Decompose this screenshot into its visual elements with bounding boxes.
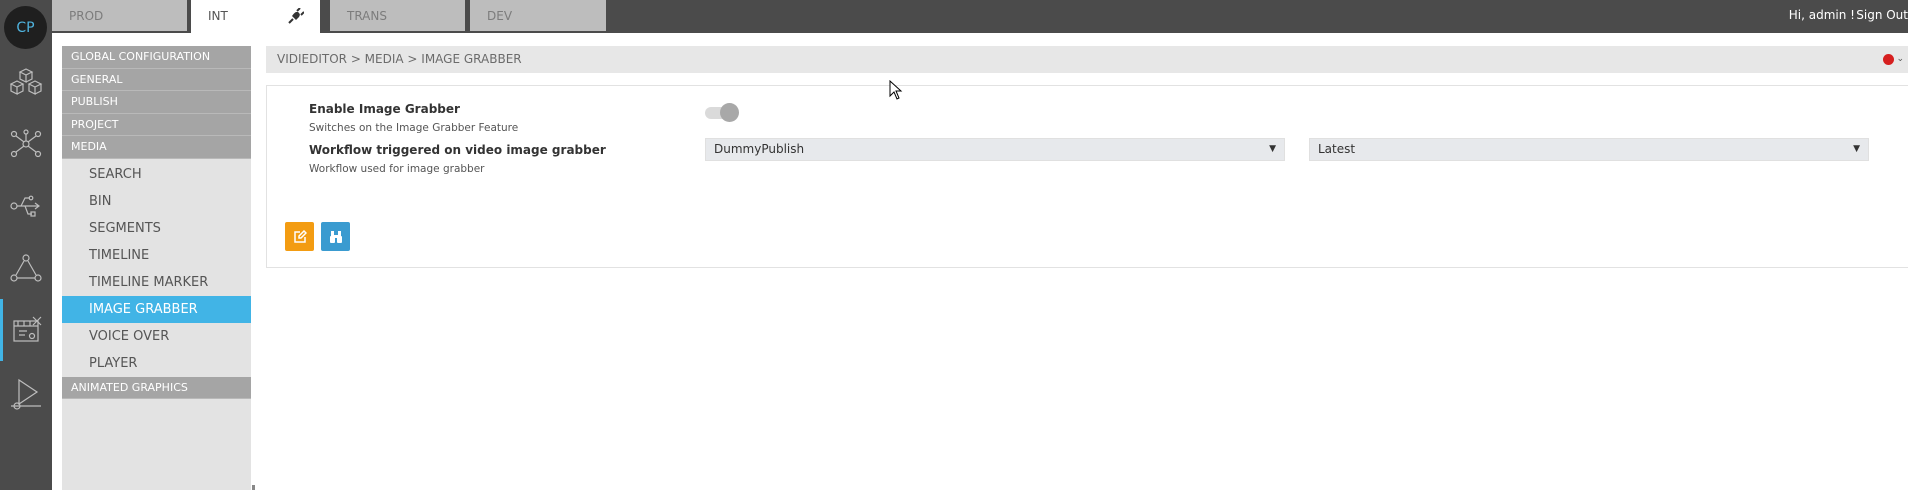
- env-tab-label: TRANS: [347, 9, 387, 23]
- icon-rail: [0, 33, 52, 490]
- rail-item-triangle-network[interactable]: [0, 237, 52, 299]
- sidebar-group-publish[interactable]: PUBLISH: [62, 91, 251, 114]
- breadcrumb-text: VIDIEDITOR > MEDIA > IMAGE GRABBER: [277, 52, 522, 66]
- chevron-down-icon[interactable]: ⌄: [1896, 46, 1904, 73]
- sidebar-group-animated-graphics[interactable]: ANIMATED GRAPHICS: [62, 376, 251, 399]
- app-logo[interactable]: CP: [4, 6, 47, 49]
- rail-item-video-editor[interactable]: [0, 299, 52, 361]
- env-tab-int[interactable]: INT: [191, 0, 320, 33]
- top-bar: PROD INT TRANS DEV Hi, admin ! Sign Out: [0, 0, 1908, 33]
- enable-image-grabber-help: Switches on the Image Grabber Feature: [309, 122, 519, 134]
- env-tab-label: INT: [208, 9, 228, 23]
- network-icon: [10, 129, 42, 158]
- env-tab-prod[interactable]: PROD: [52, 0, 187, 31]
- binoculars-icon: [329, 230, 342, 243]
- rail-item-cubes[interactable]: [0, 51, 52, 113]
- dropdown-arrow-icon: ▼: [1853, 144, 1860, 154]
- workflow-version-select[interactable]: Latest ▼: [1309, 138, 1869, 161]
- cubes-icon: [9, 68, 43, 95]
- sidebar-item-timeline[interactable]: TIMELINE: [62, 242, 251, 269]
- env-tab-trans[interactable]: TRANS: [330, 0, 465, 31]
- enable-image-grabber-label: Enable Image Grabber: [309, 102, 460, 116]
- rail-item-flow[interactable]: [0, 175, 52, 237]
- sidebar-resize-handle[interactable]: [252, 485, 255, 490]
- plug-icon[interactable]: [286, 8, 304, 26]
- breadcrumb: VIDIEDITOR > MEDIA > IMAGE GRABBER ⌄: [266, 46, 1908, 73]
- dropdown-arrow-icon: ▼: [1269, 144, 1276, 154]
- sidebar-group-general[interactable]: GENERAL: [62, 68, 251, 91]
- settings-sidebar: GLOBAL CONFIGURATION GENERAL PUBLISH PRO…: [62, 46, 251, 490]
- find-usage-button[interactable]: [321, 222, 350, 251]
- rail-item-network[interactable]: [0, 113, 52, 175]
- sidebar-item-timeline-marker[interactable]: TIMELINE MARKER: [62, 269, 251, 296]
- workflow-select-value: DummyPublish: [714, 142, 805, 156]
- publish-triangle-icon: [11, 378, 41, 410]
- sidebar-item-voice-over[interactable]: VOICE OVER: [62, 323, 251, 350]
- mouse-cursor-icon: [889, 80, 903, 100]
- sidebar-group-global-configuration[interactable]: GLOBAL CONFIGURATION: [62, 46, 251, 69]
- workflow-select[interactable]: DummyPublish ▼: [705, 138, 1285, 161]
- workflow-help: Workflow used for image grabber: [309, 163, 485, 175]
- workflow-label: Workflow triggered on video image grabbe…: [309, 143, 606, 157]
- edit-button[interactable]: [285, 222, 314, 251]
- sidebar-item-player[interactable]: PLAYER: [62, 350, 251, 377]
- env-tab-label: PROD: [69, 9, 104, 23]
- sidebar-item-segments[interactable]: SEGMENTS: [62, 215, 251, 242]
- sidebar-group-project[interactable]: PROJECT: [62, 113, 251, 136]
- alert-icon[interactable]: [1883, 54, 1894, 65]
- env-tab-label: DEV: [487, 9, 513, 23]
- sidebar-item-search[interactable]: SEARCH: [62, 161, 251, 188]
- sidebar-item-image-grabber[interactable]: IMAGE GRABBER: [62, 295, 251, 323]
- edit-icon: [293, 229, 307, 243]
- env-tab-dev[interactable]: DEV: [470, 0, 606, 31]
- sidebar-item-bin[interactable]: BIN: [62, 188, 251, 215]
- triangle-network-icon: [10, 254, 42, 282]
- user-greeting: Hi, admin !: [1788, 8, 1855, 22]
- sign-out-link[interactable]: Sign Out: [1856, 8, 1908, 22]
- toggle-knob: [720, 103, 739, 122]
- settings-panel: Enable Image Grabber Switches on the Ima…: [266, 85, 1908, 268]
- usb-flow-icon: [10, 195, 40, 217]
- enable-image-grabber-toggle[interactable]: [705, 103, 739, 123]
- logo-text: CP: [16, 19, 35, 36]
- sidebar-group-media[interactable]: MEDIA: [62, 136, 251, 159]
- video-editor-icon: [12, 316, 41, 342]
- workflow-version-value: Latest: [1318, 142, 1356, 156]
- rail-item-publish[interactable]: [0, 363, 52, 425]
